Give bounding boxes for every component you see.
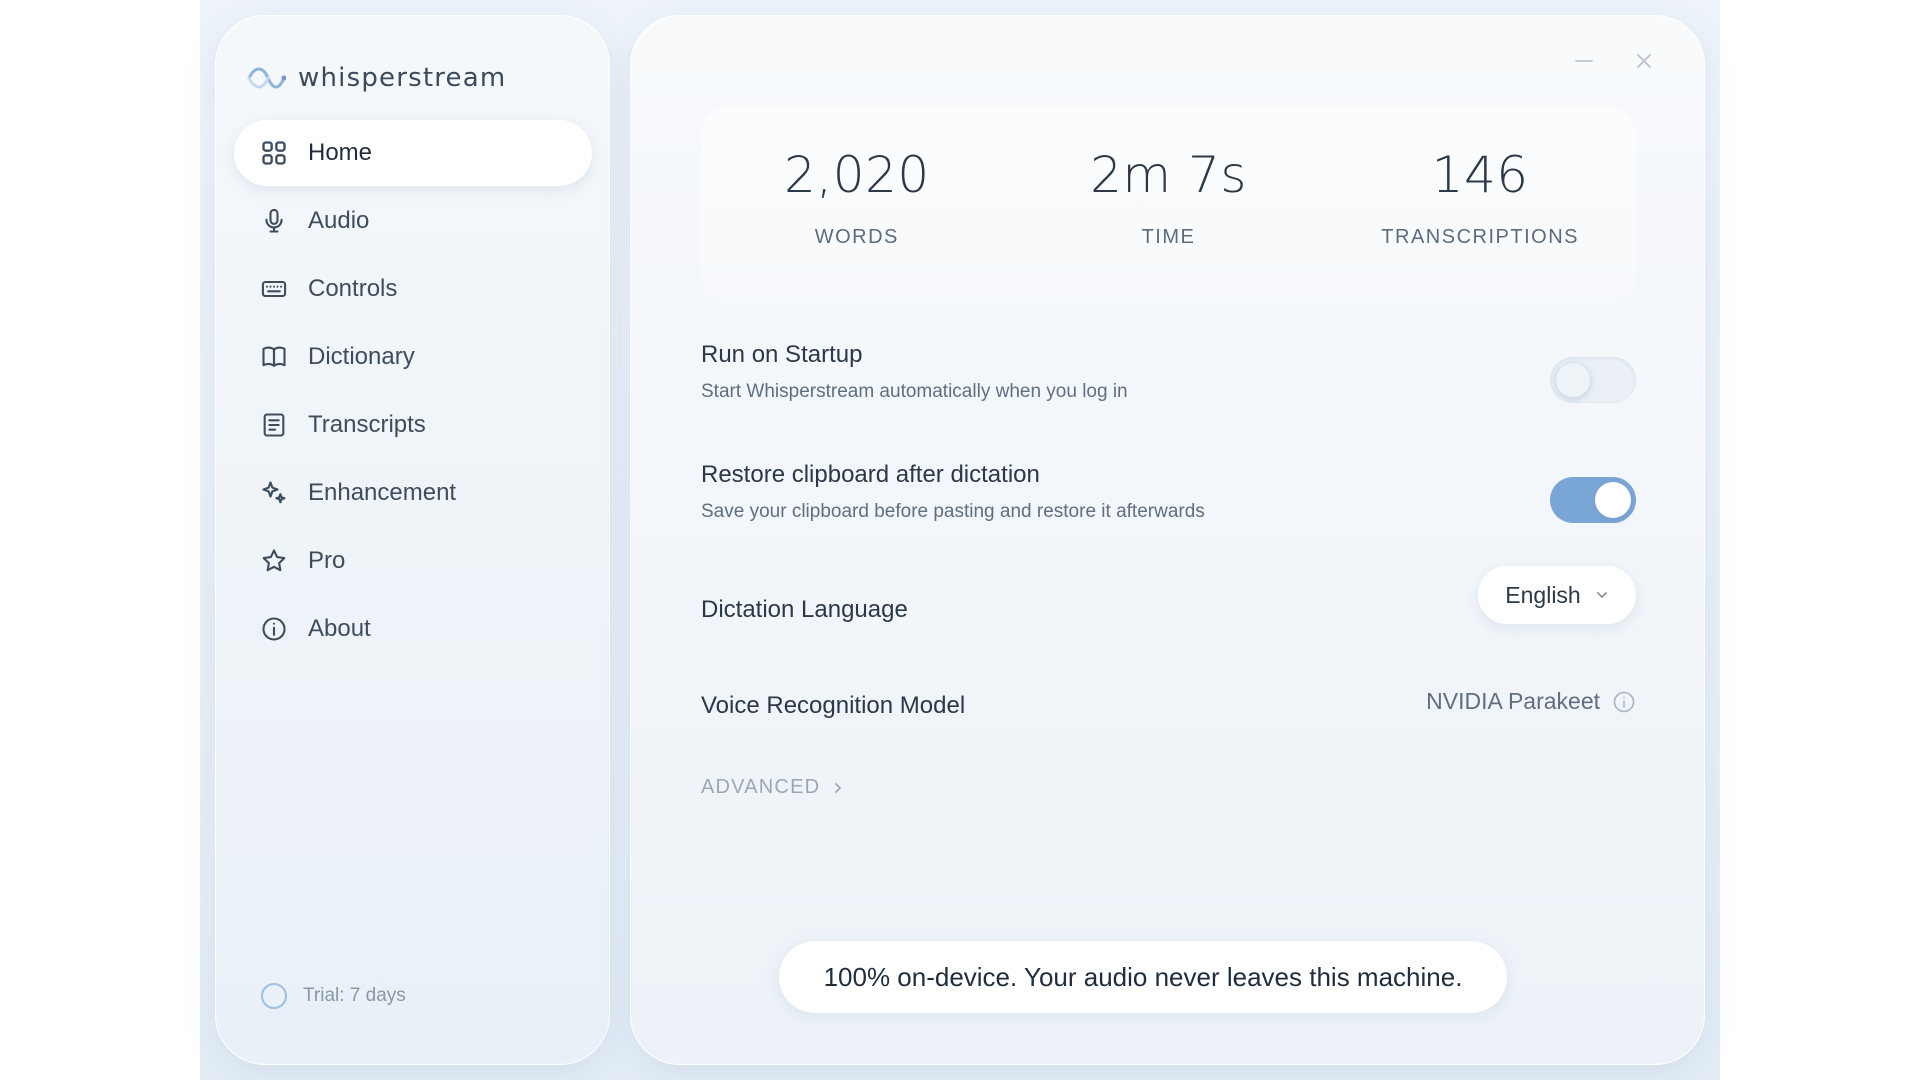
- minimize-icon: [1575, 60, 1593, 62]
- stat-time: 2m 7s TIME: [1018, 146, 1318, 249]
- setting-title: Restore clipboard after dictation: [701, 461, 1040, 488]
- stat-words: 2,020 WORDS: [707, 146, 1007, 249]
- sidebar-item-home[interactable]: Home: [234, 120, 592, 186]
- sidebar-item-label: About: [308, 615, 371, 642]
- sidebar-item-label: Dictionary: [308, 343, 415, 370]
- sidebar-item-enhancement[interactable]: Enhancement: [234, 460, 592, 526]
- keyboard-icon: [260, 275, 288, 303]
- sidebar-item-label: Pro: [308, 547, 346, 574]
- restore-clipboard-toggle[interactable]: [1550, 477, 1636, 523]
- sidebar-item-label: Home: [308, 139, 373, 166]
- language-dropdown[interactable]: English: [1478, 566, 1636, 624]
- document-icon: [260, 411, 288, 439]
- sidebar-item-label: Controls: [308, 275, 398, 302]
- stat-label: TRANSCRIPTIONS: [1381, 226, 1579, 248]
- voice-model-value: NVIDIA Parakeet: [1426, 688, 1636, 715]
- setting-restore-clipboard: Restore clipboard after dictation Save y…: [701, 461, 1636, 523]
- setting-voice-model: Voice Recognition Model NVIDIA Parakeet: [701, 688, 1636, 720]
- sidebar-item-transcripts[interactable]: Transcripts: [234, 392, 592, 458]
- whisperstream-logo-icon: [247, 67, 286, 89]
- voice-model-name: NVIDIA Parakeet: [1426, 688, 1600, 714]
- stats-panel: 2,020 WORDS 2m 7s TIME 146 TRANSCRIPTION…: [701, 106, 1636, 306]
- run-on-startup-toggle[interactable]: [1550, 357, 1636, 403]
- setting-dictation-language: Dictation Language English: [701, 566, 1636, 624]
- stat-label: WORDS: [814, 226, 899, 248]
- stat-transcriptions: 146 TRANSCRIPTIONS: [1330, 146, 1630, 249]
- microphone-icon: [260, 207, 288, 235]
- setting-description: Save your clipboard before pasting and r…: [701, 501, 1205, 522]
- trial-label: Trial: 7 days: [303, 985, 406, 1006]
- advanced-link[interactable]: ADVANCED: [701, 776, 844, 799]
- sidebar: whisperstream Home Audio Controls Dictio…: [215, 15, 610, 1065]
- toggle-knob: [1555, 362, 1591, 398]
- toggle-knob: [1595, 482, 1631, 518]
- sidebar-nav: Home Audio Controls Dictionary Transcrip…: [234, 120, 592, 664]
- setting-title: Run on Startup: [701, 341, 863, 368]
- stat-value: 2m 7s: [1090, 146, 1247, 204]
- setting-run-on-startup: Run on Startup Start Whisperstream autom…: [701, 341, 1636, 403]
- stat-value: 146: [1431, 146, 1529, 204]
- brand: whisperstream: [246, 58, 506, 98]
- close-button[interactable]: [1629, 46, 1659, 76]
- setting-description: Start Whisperstream automatically when y…: [701, 381, 1128, 402]
- app-name: whisperstream: [298, 63, 507, 93]
- trial-status: Trial: 7 days: [261, 983, 406, 1009]
- sidebar-item-about[interactable]: About: [234, 596, 592, 662]
- sidebar-item-audio[interactable]: Audio: [234, 188, 592, 254]
- sidebar-item-label: Transcripts: [308, 411, 426, 438]
- grid-icon: [260, 139, 288, 167]
- stat-label: TIME: [1141, 226, 1196, 248]
- chevron-down-icon: [1596, 592, 1607, 598]
- chevron-right-icon: [835, 782, 842, 793]
- stat-value: 2,020: [784, 146, 930, 204]
- info-icon: [1613, 691, 1635, 712]
- close-icon: [1637, 54, 1651, 68]
- sidebar-item-label: Enhancement: [308, 479, 457, 506]
- trial-ring-icon: [261, 983, 287, 1009]
- minimize-button[interactable]: [1569, 46, 1599, 76]
- sidebar-item-dictionary[interactable]: Dictionary: [234, 324, 592, 390]
- advanced-label: ADVANCED: [701, 776, 821, 798]
- book-icon: [260, 343, 288, 371]
- main-panel: 2,020 WORDS 2m 7s TIME 146 TRANSCRIPTION…: [630, 15, 1705, 1065]
- privacy-banner: 100% on-device. Your audio never leaves …: [779, 941, 1507, 1013]
- model-info-button[interactable]: [1612, 690, 1636, 714]
- sidebar-item-pro[interactable]: Pro: [234, 528, 592, 594]
- sparkle-icon: [260, 479, 288, 507]
- sidebar-item-label: Audio: [308, 207, 370, 234]
- language-value: English: [1505, 581, 1581, 608]
- star-icon: [260, 547, 288, 575]
- sidebar-item-controls[interactable]: Controls: [234, 256, 592, 322]
- info-icon: [260, 615, 288, 643]
